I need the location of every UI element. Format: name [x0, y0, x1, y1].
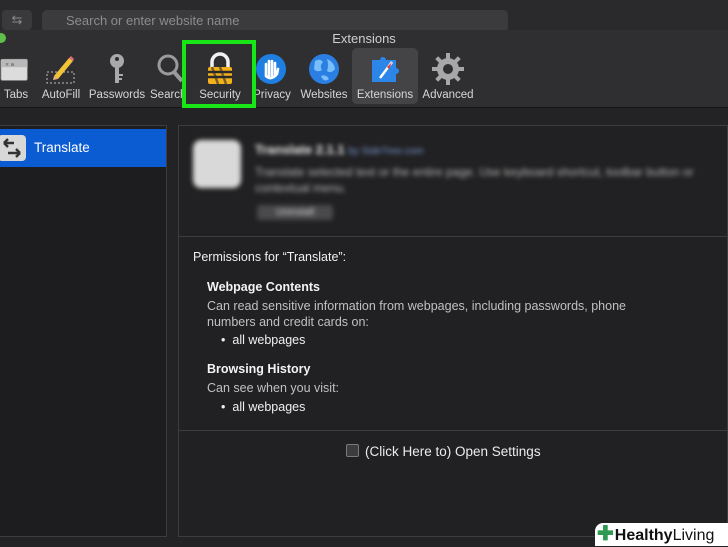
- highlight-annotation-box: [182, 40, 256, 108]
- compass-puzzle-icon: [372, 57, 399, 82]
- open-settings-row[interactable]: (Click Here to) Open Settings: [346, 444, 541, 459]
- key-icon: [110, 54, 124, 83]
- sidebar-item-translate[interactable]: Translate: [0, 129, 166, 167]
- extension-info: Translate 2.1.1 by SideTree.com Translat…: [179, 126, 727, 237]
- webpage-contents-title: Webpage Contents: [207, 280, 320, 294]
- divider: [179, 430, 727, 431]
- translate-large-icon: [193, 140, 241, 188]
- autofill-pencil-icon: [46, 56, 75, 84]
- svg-text:× ≡: × ≡: [5, 61, 14, 68]
- extension-name: Translate: [34, 140, 90, 155]
- tab-passwords[interactable]: Passwords: [88, 48, 146, 104]
- tab-autofill[interactable]: AutoFill: [38, 48, 84, 104]
- uninstall-button[interactable]: Uninstall: [257, 205, 333, 220]
- browsing-history-desc: Can see when you visit:: [207, 381, 340, 395]
- extension-author: by SideTree.com: [348, 146, 424, 157]
- gear-icon: [432, 53, 464, 85]
- tab-privacy[interactable]: Privacy: [250, 48, 294, 104]
- preferences-toolbar: Extensions × ≡ Tabs AutoFill Passwords S…: [0, 30, 728, 108]
- webpage-contents-item: all webpages: [221, 333, 305, 347]
- globe-icon: [309, 54, 339, 84]
- tab-tabs[interactable]: × ≡ Tabs: [0, 48, 32, 104]
- tab-advanced[interactable]: Advanced: [420, 48, 476, 104]
- open-settings-label[interactable]: (Click Here to) Open Settings: [365, 444, 541, 459]
- browsing-history-title: Browsing History: [207, 362, 311, 376]
- healthy-living-watermark: ✚HealthyLiving: [595, 523, 728, 546]
- tab-extensions[interactable]: Extensions: [352, 48, 418, 104]
- tab-websites[interactable]: Websites: [298, 48, 350, 104]
- permissions-heading: Permissions for “Translate”:: [193, 250, 347, 264]
- extension-title: Translate 2.1.1 by SideTree.com: [255, 142, 424, 157]
- magnifier-icon: [157, 54, 184, 83]
- tab-search[interactable]: Search: [150, 48, 184, 104]
- translate-extension-icon: [0, 135, 26, 161]
- tabs-icon: × ≡: [0, 58, 28, 81]
- back-forward-button[interactable]: ⇆: [2, 10, 32, 30]
- plus-cross-icon: ✚: [597, 523, 614, 545]
- address-bar[interactable]: Search or enter website name: [42, 10, 508, 32]
- extensions-sidebar: Translate: [0, 125, 167, 537]
- settings-checkbox[interactable]: [346, 444, 359, 457]
- browsing-history-item: all webpages: [221, 400, 305, 414]
- extension-description: Translate selected text or the entire pa…: [255, 165, 694, 195]
- webpage-contents-desc: Can read sensitive information from webp…: [207, 299, 626, 329]
- window-title: Extensions: [332, 31, 396, 46]
- extension-details-pane: Translate 2.1.1 by SideTree.com Translat…: [178, 125, 728, 537]
- browser-bar: ⇆ Search or enter website name: [0, 0, 728, 32]
- hand-icon: [256, 54, 286, 84]
